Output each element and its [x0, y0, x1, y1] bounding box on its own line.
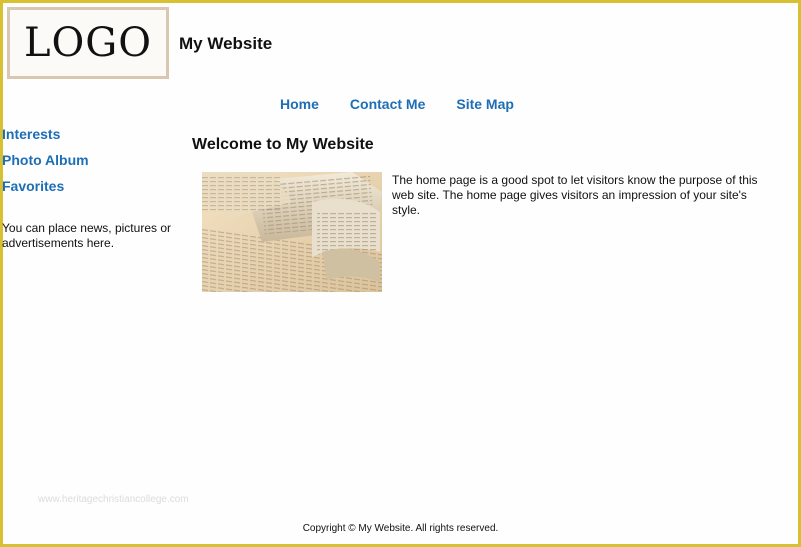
intro-text: The home page is a good spot to let visi…	[392, 173, 758, 217]
page-frame	[0, 0, 801, 547]
logo-text: LOGO	[23, 20, 153, 66]
side-nav: Interests Photo Album Favorites	[2, 124, 177, 202]
nav-link-site-map[interactable]: Site Map	[456, 96, 514, 112]
logo[interactable]: LOGO	[7, 7, 169, 79]
newspaper-image	[202, 172, 382, 292]
sidebar-item-photo-album[interactable]: Photo Album	[2, 150, 177, 176]
top-nav: Home Contact Me Site Map	[280, 96, 545, 112]
nav-link-contact[interactable]: Contact Me	[350, 96, 425, 112]
page-heading: Welcome to My Website	[192, 136, 374, 153]
sidebar-item-favorites[interactable]: Favorites	[2, 176, 177, 202]
footer-copyright: Copyright © My Website. All rights reser…	[302, 523, 499, 534]
sidebar-item-interests[interactable]: Interests	[2, 124, 177, 150]
watermark: www.heritagechristiancollege.com	[38, 494, 189, 505]
nav-link-home[interactable]: Home	[280, 96, 319, 112]
site-title: My Website	[179, 34, 273, 53]
sidebar-note: You can place news, pictures or advertis…	[2, 221, 171, 250]
